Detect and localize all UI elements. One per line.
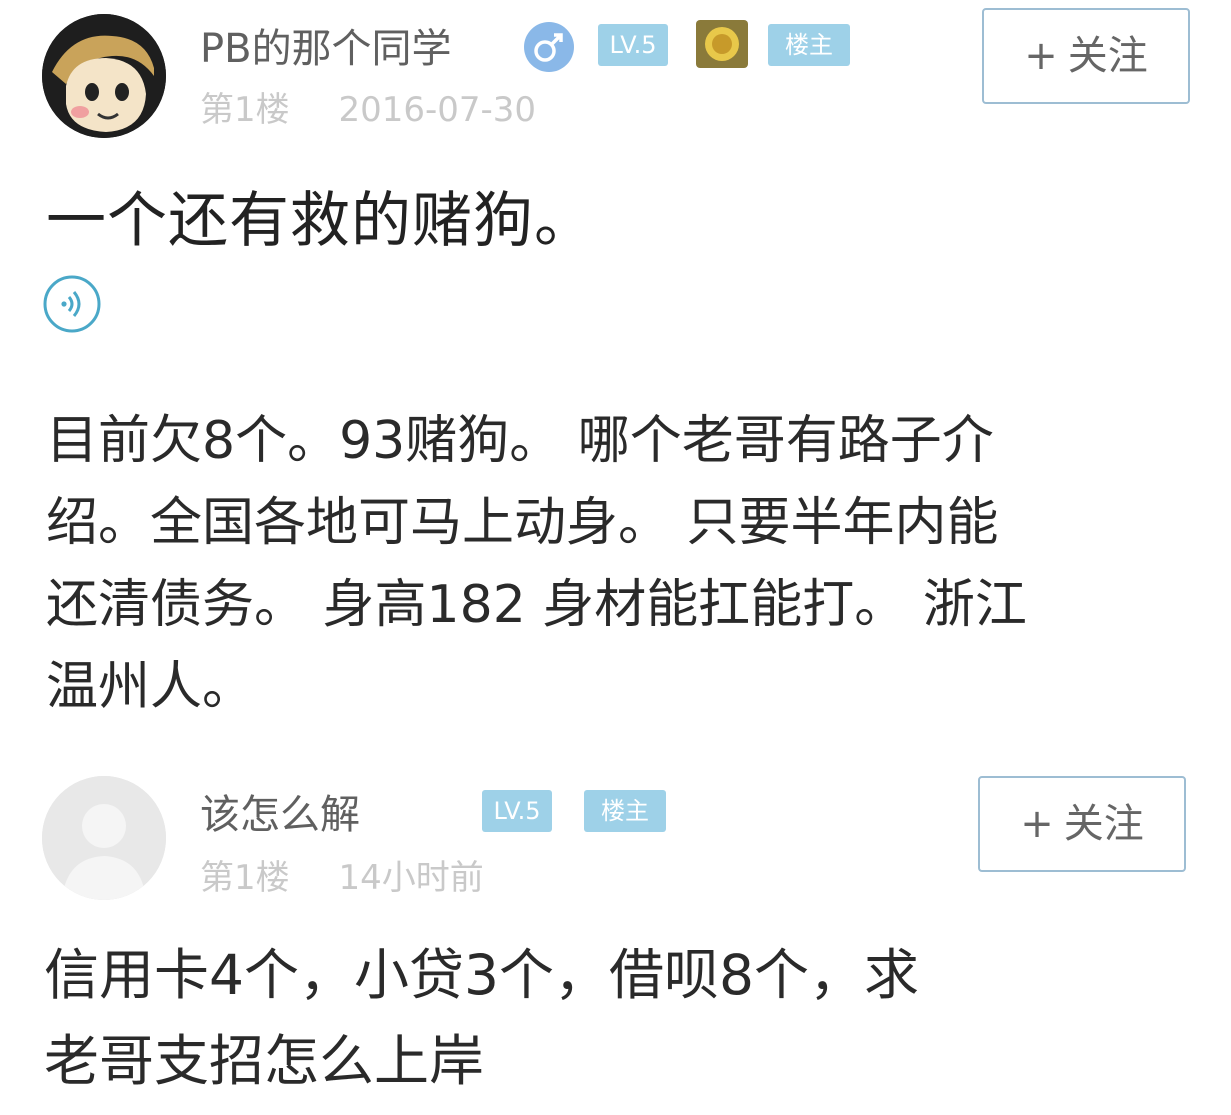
body-line: 温州人。 — [46, 657, 255, 717]
plus-icon: + — [1024, 33, 1058, 79]
host-badge: 楼主 — [768, 24, 850, 66]
post-meta: 第1楼 14小时前 — [200, 850, 484, 899]
post-title: 一个还有救的赌狗。 — [46, 186, 595, 256]
body-line: 老哥支招怎么上岸 — [44, 1029, 485, 1093]
user-avatar[interactable] — [42, 776, 166, 900]
post-time: 14小时前 — [338, 858, 484, 898]
floor-number: 第1楼 — [200, 858, 290, 898]
avatar-default-icon — [42, 776, 166, 900]
follow-label: 关注 — [1067, 33, 1148, 79]
body-line: 信用卡4个，小贷3个，借呗8个，求 — [44, 943, 919, 1007]
follow-label: 关注 — [1063, 801, 1144, 847]
post-2: 该怎么解 LV.5 楼主 第1楼 14小时前 + 关注 信用卡4个，小贷3个，借呗… — [0, 760, 1231, 1115]
voice-play-icon[interactable] — [42, 274, 102, 334]
follow-button[interactable]: + 关注 — [978, 776, 1186, 872]
post-1: PB的那个同学 LV.5 楼主 第1楼 2016-07-30 + 关注 一个还有救… — [0, 0, 1231, 760]
username[interactable]: PB的那个同学 — [200, 16, 452, 74]
post-body: 目前欠8个。93赌狗。 哪个老哥有路子介 绍。全国各地可马上动身。 只要半年内能… — [46, 400, 1196, 728]
post-time: 2016-07-30 — [338, 90, 537, 130]
body-line: 还清债务。 身高182 身材能扛能打。 浙江 — [46, 575, 1027, 635]
body-line: 绍。全国各地可马上动身。 只要半年内能 — [46, 493, 999, 553]
plus-icon: + — [1020, 801, 1054, 847]
avatar-cartoon-icon — [42, 14, 166, 138]
post-meta: 第1楼 2016-07-30 — [200, 82, 536, 131]
body-line: 目前欠8个。93赌狗。 哪个老哥有路子介 — [46, 411, 994, 471]
floor-number: 第1楼 — [200, 90, 290, 130]
medal-icon — [696, 20, 748, 68]
username[interactable]: 该怎么解 — [200, 782, 360, 840]
host-badge: 楼主 — [584, 790, 666, 832]
level-badge: LV.5 — [598, 24, 668, 66]
level-badge: LV.5 — [482, 790, 552, 832]
male-gender-icon — [524, 22, 574, 72]
post-body: 信用卡4个，小贷3个，借呗8个，求 老哥支招怎么上岸 — [44, 932, 1184, 1104]
user-avatar[interactable] — [42, 14, 166, 138]
follow-button[interactable]: + 关注 — [982, 8, 1190, 104]
